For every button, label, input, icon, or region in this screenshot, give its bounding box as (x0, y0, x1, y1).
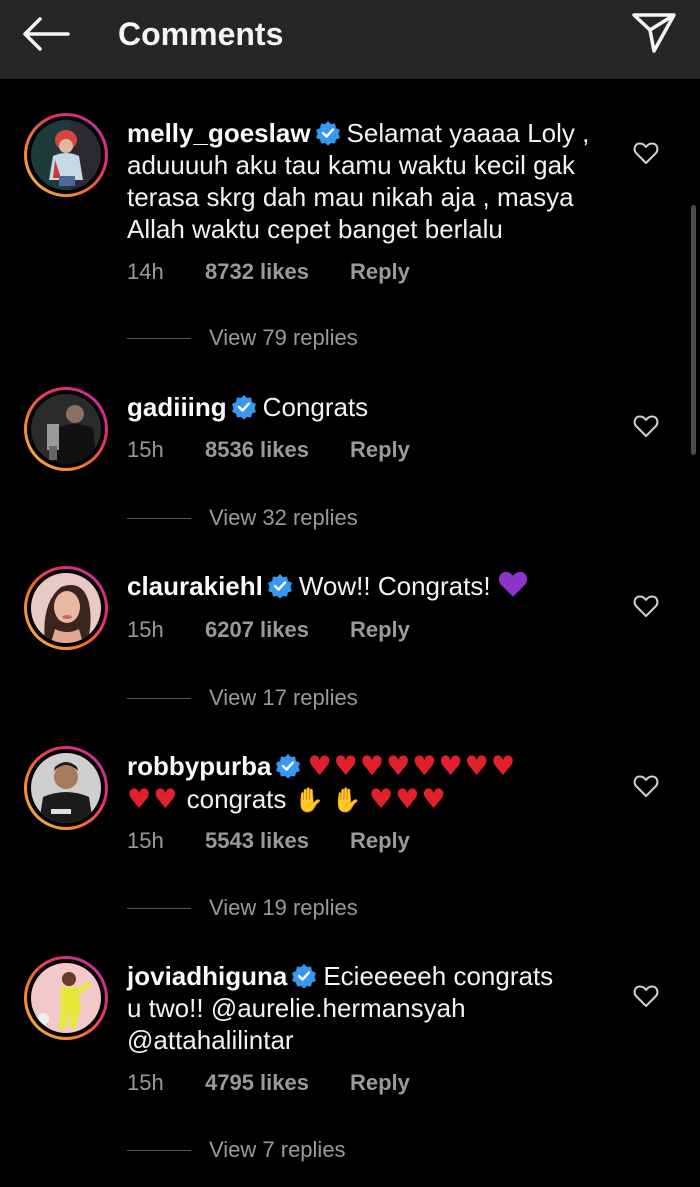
comment-username[interactable]: gadiiing (127, 392, 227, 422)
verified-badge-icon (315, 121, 340, 146)
divider (127, 337, 191, 339)
avatar[interactable] (24, 387, 108, 471)
comment-text: claurakiehl Wow!! Congrats! (127, 570, 602, 602)
divider (127, 517, 191, 519)
comment-time: 15h (127, 617, 164, 642)
view-replies-button[interactable]: View 32 replies (127, 505, 358, 531)
comment-meta: 15h 4795 likes Reply (127, 1070, 410, 1096)
comment-text: melly_goeslaw Selamat yaaaa Loly , aduuuu… (127, 117, 602, 245)
comment-time: 15h (127, 437, 164, 462)
verified-badge-icon (267, 574, 292, 599)
divider (127, 697, 191, 699)
avatar[interactable] (24, 956, 108, 1040)
comment-time: 14h (127, 259, 164, 284)
reply-button[interactable]: Reply (350, 437, 410, 463)
comment-line: congrats (186, 784, 287, 814)
comment-meta: 15h 5543 likes Reply (127, 828, 410, 854)
comment-line: Congrats (262, 392, 369, 422)
comment-meta: 14h 8732 likes Reply (127, 259, 410, 285)
paper-plane-icon[interactable] (630, 10, 678, 56)
comment-line: aduuuuh aku tau kamu waktu kecil gak (127, 150, 576, 180)
view-replies-button[interactable]: View 79 replies (127, 325, 358, 351)
heart-outline-icon[interactable] (633, 984, 659, 1008)
top-bar: Comments (0, 0, 700, 79)
avatar-image (31, 573, 101, 643)
comment-username[interactable]: claurakiehl (127, 571, 263, 601)
divider (127, 907, 191, 909)
heart-outline-icon[interactable] (633, 141, 659, 165)
comment-line: Wow!! Congrats! (298, 571, 491, 601)
comment-time: 15h (127, 828, 164, 853)
scrollbar[interactable] (691, 205, 696, 455)
comment-likes[interactable]: 5543 likes (205, 828, 350, 854)
comment-likes[interactable]: 8732 likes (205, 259, 350, 285)
verified-badge-icon (292, 964, 317, 989)
red-hearts-icon: ♥♥♥♥♥♥♥♥ (307, 751, 518, 782)
clapping-hands-icon: ✋ ✋ (286, 786, 370, 814)
avatar[interactable] (24, 566, 108, 650)
avatar-image (31, 963, 101, 1033)
verified-badge-icon (231, 395, 256, 420)
comment-username[interactable]: joviadhiguna (127, 961, 287, 991)
comment-username[interactable]: melly_goeslaw (127, 118, 311, 148)
avatar-image (31, 394, 101, 464)
reply-button[interactable]: Reply (350, 1070, 410, 1096)
verified-badge-icon (276, 754, 301, 779)
avatar[interactable] (24, 746, 108, 830)
divider (127, 1149, 191, 1151)
reply-button[interactable]: Reply (350, 828, 410, 854)
comment-likes[interactable]: 8536 likes (205, 437, 350, 463)
comment-line: Allah waktu cepet banget berlalu (127, 214, 503, 244)
comment-meta: 15h 6207 likes Reply (127, 617, 410, 643)
comment-likes[interactable]: 4795 likes (205, 1070, 350, 1096)
avatar-image (31, 753, 101, 823)
view-replies-button[interactable]: View 17 replies (127, 685, 358, 711)
comment-meta: 15h 8536 likes Reply (127, 437, 410, 463)
avatar-image (31, 120, 101, 190)
comment-line: @attahalilintar (127, 1025, 294, 1055)
comment-line: terasa skrg dah mau nikah aja , masya (127, 182, 574, 212)
back-arrow-icon[interactable] (20, 14, 72, 54)
comment-text: robbypurba ♥♥♥♥♥♥♥♥ ♥♥ congrats ✋ ✋ ♥♥♥ (127, 750, 602, 816)
purple-heart-icon (498, 571, 527, 597)
comment-line: Selamat yaaaa Loly , (346, 118, 590, 148)
reply-button[interactable]: Reply (350, 259, 410, 285)
comment-line: Ecieeeeeh congrats (323, 961, 554, 991)
reply-button[interactable]: Reply (350, 617, 410, 643)
red-hearts-icon: ♥♥♥ (369, 784, 448, 815)
comment-time: 15h (127, 1070, 164, 1095)
heart-outline-icon[interactable] (633, 774, 659, 798)
red-hearts-icon: ♥♥ (127, 784, 180, 815)
page-title: Comments (118, 16, 284, 52)
view-replies-button[interactable]: View 19 replies (127, 895, 358, 921)
avatar[interactable] (24, 113, 108, 197)
view-replies-button[interactable]: View 7 replies (127, 1137, 346, 1163)
comment-username[interactable]: robbypurba (127, 751, 271, 781)
comment-line: u two!! @aurelie.hermansyah (127, 993, 466, 1023)
comment-likes[interactable]: 6207 likes (205, 617, 350, 643)
comment-text: gadiiing Congrats (127, 391, 602, 423)
heart-outline-icon[interactable] (633, 414, 659, 438)
comment-text: joviadhiguna Ecieeeeeh congrats u two!! @… (127, 960, 602, 1056)
heart-outline-icon[interactable] (633, 594, 659, 618)
